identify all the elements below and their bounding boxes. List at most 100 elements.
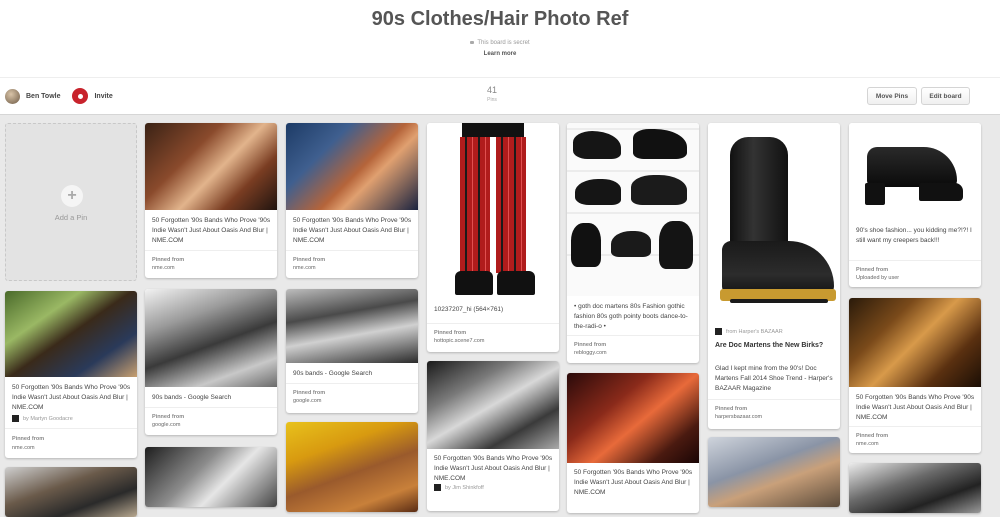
pin-image[interactable] [849, 298, 981, 387]
pinned-from-label: Pinned from [12, 436, 45, 442]
pin-divider [5, 428, 137, 429]
add-pin-label: Add a Pin [54, 213, 88, 222]
pin-source[interactable]: nme.com [856, 441, 879, 447]
pin-image[interactable] [567, 123, 699, 296]
pin-card[interactable] [708, 437, 840, 507]
pin-divider [849, 426, 981, 427]
pin-description: 50 Forgotten '90s Bands Who Prove '90s I… [12, 384, 131, 411]
add-pin-card[interactable]: + Add a Pin [5, 123, 137, 281]
pin-image[interactable] [145, 289, 277, 387]
invite-icon[interactable] [72, 88, 89, 104]
pin-image[interactable] [286, 422, 418, 512]
legging-left-shape [460, 137, 490, 273]
pin-card[interactable]: 10237207_hi (564×761) Pinned from hottop… [427, 123, 559, 352]
plus-icon[interactable]: + [61, 185, 83, 207]
pin-description: 90's shoe fashion... you kidding me?!?! … [856, 227, 972, 244]
source-logo-icon [12, 415, 19, 422]
shoe-shape [575, 179, 621, 205]
shoe-shape [573, 131, 621, 159]
board-header: 90s Clothes/Hair Photo Ref This board is… [0, 0, 1000, 115]
pin-description: 50 Forgotten '90s Bands Who Prove '90s I… [574, 469, 693, 496]
pin-card[interactable]: 90s bands - Google Search Pinned from go… [145, 289, 277, 435]
shoe-left-shape [455, 271, 493, 295]
pin-image[interactable] [145, 123, 277, 210]
pin-card[interactable]: from Harper's BAZAAR Are Doc Martens the… [708, 123, 840, 429]
pin-source[interactable]: google.com [152, 422, 180, 428]
pinned-from-label: Pinned from [856, 267, 889, 273]
pin-source[interactable]: rebloggy.com [574, 350, 607, 356]
header-divider [0, 77, 1000, 78]
pin-card[interactable]: 50 Forgotten '90s Bands Who Prove '90s I… [286, 123, 418, 278]
source-logo-icon [715, 328, 722, 335]
pin-description: 50 Forgotten '90s Bands Who Prove '90s I… [856, 394, 975, 421]
pin-count: 41 [486, 85, 497, 95]
secret-notice-text: This board is secret [477, 40, 530, 46]
pinned-from-label: Pinned from [856, 433, 889, 439]
shoe-shape [611, 231, 651, 257]
pin-divider [708, 399, 840, 400]
pin-divider [145, 407, 277, 408]
pin-image[interactable] [567, 373, 699, 463]
shoe-sole-shape [919, 183, 963, 201]
pin-description: 90s bands - Google Search [152, 394, 232, 401]
pin-description: • goth doc martens 80s Fashion gothic fa… [574, 303, 688, 330]
pin-description: 50 Forgotten '90s Bands Who Prove '90s I… [152, 217, 271, 244]
pin-image[interactable] [5, 291, 137, 377]
pinned-from-label: Pinned from [293, 390, 326, 396]
lock-icon [470, 41, 475, 44]
pin-card[interactable] [849, 463, 981, 513]
pin-source[interactable]: harpersbazaar.com [715, 414, 762, 420]
pin-image[interactable] [145, 447, 277, 507]
pin-card[interactable]: 50 Forgotten '90s Bands Who Prove '90s I… [427, 361, 559, 511]
pin-card[interactable] [145, 447, 277, 507]
pin-card[interactable]: 50 Forgotten '90s Bands Who Prove '90s I… [145, 123, 277, 278]
shoe-right-shape [497, 271, 535, 295]
pin-divider [849, 260, 981, 261]
owner-avatar[interactable] [5, 88, 20, 104]
board-title: 90s Clothes/Hair Photo Ref [371, 8, 629, 30]
pin-card[interactable]: 50 Forgotten '90s Bands Who Prove '90s I… [849, 298, 981, 453]
pin-source[interactable]: google.com [293, 398, 321, 404]
boot-shape [659, 221, 693, 269]
pin-card[interactable]: 50 Forgotten '90s Bands Who Prove '90s I… [567, 373, 699, 513]
pin-source[interactable]: nme.com [152, 265, 175, 271]
pin-description: 50 Forgotten '90s Bands Who Prove '90s I… [293, 217, 412, 244]
pin-title[interactable]: Are Doc Martens the New Birks? [715, 341, 834, 350]
pin-image[interactable] [708, 123, 840, 315]
boot-shaft-shape [730, 137, 788, 257]
pin-card[interactable]: • goth doc martens 80s Fashion gothic fa… [567, 123, 699, 363]
pin-image[interactable] [708, 437, 840, 507]
pin-source[interactable]: nme.com [293, 265, 316, 271]
pin-image[interactable] [5, 467, 137, 517]
pin-card[interactable] [286, 422, 418, 512]
pin-source[interactable]: nme.com [12, 445, 35, 451]
pin-card[interactable]: 50 Forgotten '90s Bands Who Prove '90s I… [5, 291, 137, 458]
pin-card[interactable] [5, 467, 137, 517]
pin-image[interactable] [427, 123, 559, 298]
edit-board-button[interactable]: Edit board [921, 87, 970, 105]
pin-card[interactable]: 90s bands - Google Search Pinned from go… [286, 289, 418, 413]
shoe-shape [631, 175, 687, 205]
pin-source[interactable]: hottopic.scene7.com [434, 338, 484, 344]
pin-image[interactable] [849, 463, 981, 513]
learn-more-link[interactable]: Learn more [0, 51, 1000, 57]
legging-right-shape [496, 137, 526, 273]
pin-description: 50 Forgotten '90s Bands Who Prove '90s I… [434, 455, 553, 482]
pin-source[interactable]: Uploaded by user [856, 275, 899, 281]
shoe-heel-shape [865, 183, 885, 205]
boot-shape [571, 223, 601, 267]
pin-divider [286, 383, 418, 384]
pin-image[interactable] [286, 123, 418, 210]
pin-image[interactable] [427, 361, 559, 449]
pin-image[interactable] [286, 289, 418, 363]
waistband-shape [462, 123, 524, 137]
pin-description: Glad I kept mine from the 90's! Doc Mart… [715, 365, 833, 392]
pin-image[interactable] [849, 123, 981, 218]
pin-card[interactable]: 90's shoe fashion... you kidding me?!?! … [849, 123, 981, 287]
secret-notice: This board is secret [0, 40, 1000, 46]
pin-divider [427, 323, 559, 324]
invite-button[interactable]: Invite [94, 93, 112, 100]
owner-name[interactable]: Ben Towle [26, 93, 60, 100]
pin-divider [567, 335, 699, 336]
move-pins-button[interactable]: Move Pins [867, 87, 917, 105]
